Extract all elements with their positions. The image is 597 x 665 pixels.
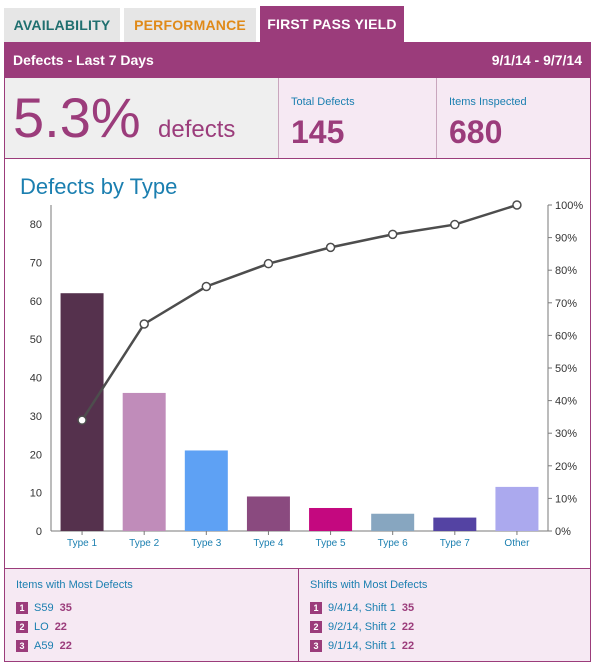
shift-count: 22 [401,640,415,652]
cumulative-point [201,281,212,292]
y2-tick-label: 10% [555,493,577,505]
rank-badge: 1 [16,602,28,614]
cumulative-line [81,203,518,421]
bar [309,507,353,531]
y-tick-label: 60 [30,296,42,308]
list-item[interactable]: 2 9/2/14, Shift 2 22 [310,620,414,634]
shift-count: 22 [401,621,415,633]
y2-tick-label: 50% [555,363,577,375]
rank-badge: 1 [310,602,322,614]
item-count: 35 [59,602,72,614]
y2-tick-label: 80% [555,265,577,277]
item-name: A59 [34,640,54,652]
cumulative-point [325,242,336,253]
x-tick-label: Type 7 [440,538,470,549]
cumulative-point [77,415,87,425]
bar [184,450,228,531]
y-tick-label: 10 [30,488,42,500]
x-tick-label: Type 4 [253,538,283,549]
bar [371,513,415,531]
shifts-list-panel: Shifts with Most Defects 1 9/4/14, Shift… [299,569,590,661]
bar [60,293,104,531]
bar [122,392,166,531]
y-tick-label: 50 [30,334,42,346]
list-item[interactable]: 3 A59 22 [16,639,72,653]
x-tick-label: Type 2 [129,538,159,549]
cumulative-point [387,229,398,240]
shifts-list-title: Shifts with Most Defects [310,579,428,591]
y2-tick-label: 20% [555,461,577,473]
list-item[interactable]: 2 LO 22 [16,620,67,634]
shift-name: 9/1/14, Shift 1 [328,640,396,652]
y2-tick-label: 0% [555,526,571,538]
y2-tick-label: 90% [555,233,577,245]
y-tick-label: 0 [36,526,42,538]
x-tick-label: Type 5 [316,538,346,549]
x-tick-label: Type 6 [378,538,408,549]
item-count: 22 [59,640,72,652]
shift-name: 9/2/14, Shift 2 [328,621,396,633]
list-item[interactable]: 1 S59 35 [16,601,72,615]
y2-tick-label: 70% [555,298,577,310]
y-tick-label: 40 [30,373,42,385]
y-tick-label: 20 [30,449,42,461]
bar [495,486,539,531]
rank-badge: 3 [16,640,28,652]
list-item[interactable]: 3 9/1/14, Shift 1 22 [310,639,414,653]
y2-tick-label: 40% [555,396,577,408]
list-item[interactable]: 1 9/4/14, Shift 1 35 [310,601,414,615]
item-name: LO [34,621,49,633]
y2-tick-label: 60% [555,330,577,342]
rank-badge: 2 [310,621,322,633]
items-list-title: Items with Most Defects [16,579,133,591]
y-tick-label: 80 [30,219,42,231]
y-tick-label: 30 [30,411,42,423]
cumulative-point [263,258,274,269]
cumulative-point [512,200,522,210]
items-list-panel: Items with Most Defects 1 S59 35 2 LO 22… [5,569,299,661]
rank-badge: 2 [16,621,28,633]
y2-tick-label: 30% [555,428,577,440]
item-name: S59 [34,602,54,614]
x-tick-label: Type 3 [191,538,221,549]
shift-count: 35 [401,602,415,614]
cumulative-point [450,219,460,230]
defects-pareto-chart: 0 10 20 30 40 50 60 70 80 0% 10% 20% 30% 40% 50% 60% 70%… [30,200,584,549]
rank-badge: 3 [310,640,322,652]
bar [433,517,477,531]
item-count: 22 [54,621,67,633]
top-lists: Items with Most Defects 1 S59 35 2 LO 22… [5,568,590,661]
cumulative-point [139,319,149,329]
x-tick-label: Type 1 [67,538,97,549]
shift-name: 9/4/14, Shift 1 [328,602,396,614]
x-tick-label: Other [504,538,530,549]
y2-tick-label: 100% [555,200,583,212]
y-tick-label: 70 [30,258,42,270]
bar [246,496,290,531]
